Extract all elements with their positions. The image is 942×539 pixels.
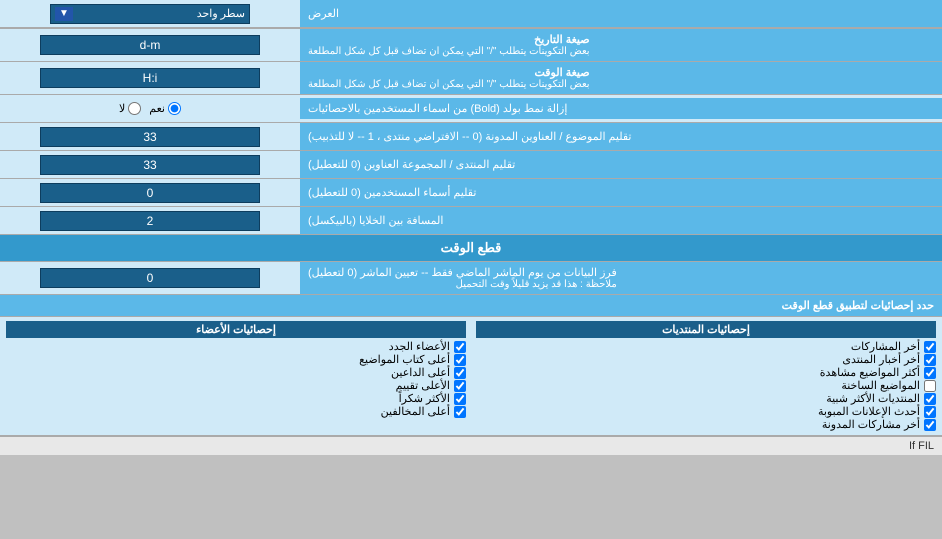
realtime-data-row: فرز البيانات من يوم الماشر الماضي فقط --…	[0, 262, 942, 295]
realtime-label: فرز البيانات من يوم الماشر الماضي فقط --…	[300, 262, 942, 294]
radio-yes[interactable]: نعم	[149, 102, 181, 115]
bold-radio-row: إزالة نمط بولد (Bold) من اسماء المستخدمي…	[0, 95, 942, 123]
cell-spacing-input-cell[interactable]	[0, 207, 300, 234]
cb-most-thanked[interactable]: الأكثر شكراً	[6, 392, 466, 405]
bottom-note: If FIL	[0, 436, 942, 455]
cb-top-violators[interactable]: أعلى المخالفين	[6, 405, 466, 418]
cb-most-popular[interactable]: المنتديات الأكثر شبية	[476, 392, 936, 405]
checkboxes-area: إحصائيات المنتديات أخر المشاركات أخر أخب…	[0, 317, 942, 435]
date-format-input[interactable]	[40, 35, 260, 55]
cb-most-viewed[interactable]: أكثر المواضيع مشاهدة	[476, 366, 936, 379]
top-label: العرض	[300, 0, 942, 28]
date-format-row: صيغة التاريخ بعض التكوينات يتطلب "/" الت…	[0, 29, 942, 62]
checkboxes-header-row: حدد إحصائيات لتطبيق قطع الوقت	[0, 295, 942, 317]
user-names-input[interactable]	[40, 183, 260, 203]
realtime-section-header: قطع الوقت	[0, 235, 942, 262]
member-stats-header: إحصائيات الأعضاء	[6, 321, 466, 338]
main-container: العرض سطر واحد ▼ صيغة التاريخ بعض التكوي…	[0, 0, 942, 455]
time-format-row: صيغة الوقت بعض التكوينات يتطلب "/" التي …	[0, 62, 942, 95]
radio-no[interactable]: لا	[119, 102, 141, 115]
forum-titles-row: تقليم المنتدى / المجموعة العناوين (0 للت…	[0, 151, 942, 179]
cb-new-members[interactable]: الأعضاء الجدد	[6, 340, 466, 353]
cb-latest-ads[interactable]: أحدث الإعلانات المبوبة	[476, 405, 936, 418]
topics-titles-label: تقليم الموضوع / العناوين المدونة (0 -- ا…	[300, 123, 942, 150]
time-format-input[interactable]	[40, 68, 260, 88]
time-format-label: صيغة الوقت بعض التكوينات يتطلب "/" التي …	[300, 62, 942, 94]
cb-top-inviters[interactable]: أعلى الداعين	[6, 366, 466, 379]
forum-titles-label: تقليم المنتدى / المجموعة العناوين (0 للت…	[300, 151, 942, 178]
bold-radio-options: نعم لا	[0, 99, 300, 118]
checkboxes-title: حدد إحصائيات لتطبيق قطع الوقت	[0, 295, 942, 316]
member-stats-col: إحصائيات الأعضاء الأعضاء الجدد أعلى كتاب…	[6, 321, 466, 431]
display-dropdown[interactable]: سطر واحد ▼	[50, 4, 250, 24]
forum-stats-col: إحصائيات المنتديات أخر المشاركات أخر أخب…	[476, 321, 936, 431]
user-names-row: تقليم أسماء المستخدمين (0 للتعطيل)	[0, 179, 942, 207]
cb-hot-topics[interactable]: المواضيع الساخنة	[476, 379, 936, 392]
cb-top-rated[interactable]: الأعلى تقييم	[6, 379, 466, 392]
realtime-input[interactable]	[40, 268, 260, 288]
cb-last-posts[interactable]: أخر المشاركات	[476, 340, 936, 353]
bold-label: إزالة نمط بولد (Bold) من اسماء المستخدمي…	[300, 98, 942, 119]
cb-blog-posts[interactable]: أخر مشاركات المدونة	[476, 418, 936, 431]
cell-spacing-row: المسافة بين الخلايا (بالبيكسل)	[0, 207, 942, 235]
forum-stats-header: إحصائيات المنتديات	[476, 321, 936, 338]
topics-titles-row: تقليم الموضوع / العناوين المدونة (0 -- ا…	[0, 123, 942, 151]
topics-titles-input-cell[interactable]	[0, 123, 300, 150]
cell-spacing-input[interactable]	[40, 211, 260, 231]
realtime-input-cell[interactable]	[0, 262, 300, 294]
dropdown-arrow-icon: ▼	[55, 7, 73, 21]
date-format-label: صيغة التاريخ بعض التكوينات يتطلب "/" الت…	[300, 29, 942, 61]
user-names-label: تقليم أسماء المستخدمين (0 للتعطيل)	[300, 179, 942, 206]
cb-top-topic-writers[interactable]: أعلى كتاب المواضيع	[6, 353, 466, 366]
top-header-row: العرض سطر واحد ▼	[0, 0, 942, 29]
topics-titles-input[interactable]	[40, 127, 260, 147]
time-format-input-cell[interactable]	[0, 62, 300, 94]
user-names-input-cell[interactable]	[0, 179, 300, 206]
cb-forum-news[interactable]: أخر أخبار المنتدى	[476, 353, 936, 366]
forum-titles-input-cell[interactable]	[0, 151, 300, 178]
checkboxes-section: حدد إحصائيات لتطبيق قطع الوقت إحصائيات ا…	[0, 295, 942, 436]
cell-spacing-label: المسافة بين الخلايا (بالبيكسل)	[300, 207, 942, 234]
dropdown-cell[interactable]: سطر واحد ▼	[0, 0, 300, 28]
forum-titles-input[interactable]	[40, 155, 260, 175]
date-format-input-cell[interactable]	[0, 29, 300, 61]
